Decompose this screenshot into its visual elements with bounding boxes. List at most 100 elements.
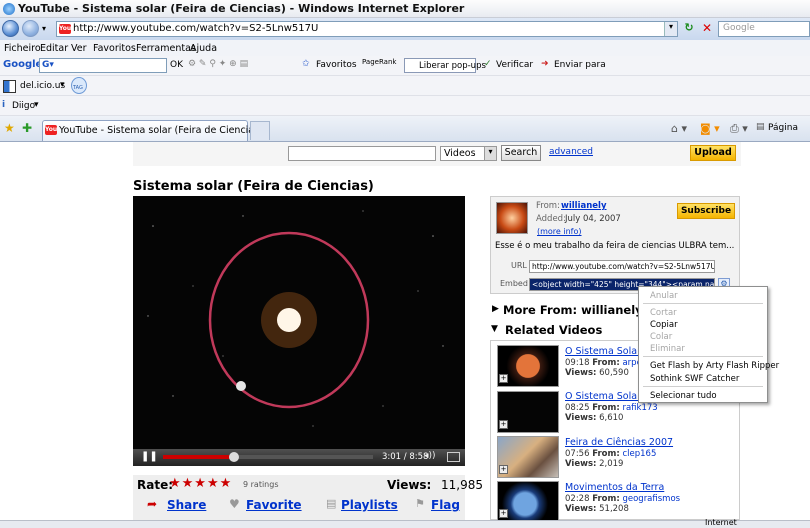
favorite-link[interactable]: Favorite <box>246 498 302 512</box>
seek-progress <box>163 455 234 459</box>
new-tab-button[interactable] <box>250 121 270 140</box>
share-link[interactable]: Share <box>167 498 206 512</box>
stop-icon[interactable]: ✕ <box>699 21 715 37</box>
delicious-dropdown-icon[interactable]: ▾ <box>60 80 65 90</box>
window-title: YouTube - Sistema solar (Feira de Cienci… <box>18 2 465 15</box>
feeds-icon[interactable]: ◙ ▾ <box>700 122 720 135</box>
youtube-search-button[interactable]: Search <box>501 145 541 161</box>
diigo-label[interactable]: Diigo <box>12 101 35 111</box>
video-description: Esse é o meu trabalho da feira de cienci… <box>495 241 735 251</box>
more-info-link[interactable]: (more info) <box>537 227 582 236</box>
menu-ajuda[interactable]: Ajuda <box>190 43 217 54</box>
address-field[interactable]: You http://www.youtube.com/watch?v=S2-5L… <box>56 21 678 37</box>
player-controls: ❚❚ 3:01 / 8:58 ◂)) <box>133 449 465 466</box>
planet <box>236 381 246 391</box>
search-select-value: Videos <box>444 148 476 159</box>
home-icon[interactable]: ⌂ ▾ <box>671 122 687 135</box>
related-from-label: From: <box>592 403 620 413</box>
related-duration: 08:25 <box>565 403 590 413</box>
menu-item-copiar[interactable]: Copiar <box>650 320 678 330</box>
youtube-search-input[interactable] <box>288 146 436 161</box>
menu-ver[interactable]: Ver <box>71 43 87 54</box>
related-videos-header[interactable]: Related Videos <box>505 323 602 337</box>
fullscreen-icon[interactable] <box>447 452 460 462</box>
seek-handle[interactable] <box>229 452 239 462</box>
menu-item-cortar: Cortar <box>650 308 677 318</box>
related-duration: 02:28 <box>565 494 590 504</box>
diigo-logo-icon: i <box>2 100 6 110</box>
related-title[interactable]: Movimentos da Terra <box>565 482 664 493</box>
select-arrow-icon: ▾ <box>484 147 496 160</box>
menu-item-anular: Anular <box>650 291 678 301</box>
youtube-search-select[interactable]: Videos ▾ <box>440 146 497 161</box>
google-ok-button[interactable]: OK <box>170 60 183 70</box>
uploader-avatar[interactable] <box>496 202 528 234</box>
address-url: http://www.youtube.com/watch?v=S2-5Lnw51… <box>73 23 319 34</box>
status-bar: Internet <box>0 518 810 528</box>
add-favorite-icon[interactable]: ✚ <box>22 121 32 135</box>
toolbar-enviar[interactable]: Enviar para <box>554 60 606 70</box>
spellcheck-icon: ✓ <box>484 59 492 69</box>
playlists-link[interactable]: Playlists <box>341 498 398 512</box>
add-quicklist-icon[interactable]: + <box>499 374 508 383</box>
related-from-label: From: <box>592 494 620 504</box>
tag-button[interactable]: TAG <box>71 77 87 94</box>
menu-item-eliminar: Eliminar <box>650 344 685 354</box>
related-views: 51,208 <box>599 504 629 514</box>
related-title[interactable]: Feira de Ciências 2007 <box>565 437 673 448</box>
menu-item-flash-ripper[interactable]: Get Flash by Arty Flash Ripper <box>650 361 779 371</box>
menu-favoritos[interactable]: Favoritos <box>93 43 136 54</box>
pause-icon[interactable]: ❚❚ <box>141 451 158 462</box>
youtube-header <box>133 142 741 166</box>
video-player[interactable] <box>133 196 465 449</box>
add-quicklist-icon[interactable]: + <box>499 465 508 474</box>
address-dropdown-icon[interactable]: ▾ <box>664 22 677 36</box>
related-author[interactable]: rafik173 <box>622 403 657 413</box>
add-quicklist-icon[interactable]: + <box>499 420 508 429</box>
related-title[interactable]: O Sistema Solar - <box>565 391 647 402</box>
related-views-label: Views: <box>565 459 597 469</box>
tag-label: TAG <box>73 85 83 91</box>
menu-editar[interactable]: Editar <box>40 43 68 54</box>
refresh-icon[interactable]: ↻ <box>681 21 697 37</box>
menu-item-swf-catcher[interactable]: Sothink SWF Catcher <box>650 374 739 384</box>
status-zone: Internet <box>705 518 737 527</box>
add-quicklist-icon[interactable]: + <box>499 509 508 518</box>
tab-youtube[interactable]: You YouTube - Sistema solar (Feira de Ci… <box>42 120 263 141</box>
related-views: 60,590 <box>599 368 629 378</box>
subscribe-button[interactable]: Subscribe <box>677 203 735 219</box>
uploader-link[interactable]: willianely <box>561 201 607 211</box>
rating-stars[interactable]: ★★★★★ <box>169 476 232 491</box>
collapse-arrow-icon[interactable]: ▼ <box>491 324 498 334</box>
related-author[interactable]: clep165 <box>622 449 656 459</box>
print-icon[interactable]: ⎙ ▾ <box>730 122 748 136</box>
live-search-field[interactable]: Google <box>718 21 810 37</box>
google-search-input[interactable]: G▾ <box>39 58 167 73</box>
expand-arrow-icon[interactable]: ▶ <box>492 304 499 314</box>
page-menu[interactable]: Página <box>768 123 798 133</box>
history-dropdown-icon[interactable]: ▾ <box>42 24 46 33</box>
volume-icon[interactable]: ◂)) <box>424 451 436 461</box>
liberar-popups-button[interactable]: Liberar pop-ups <box>404 58 486 73</box>
related-title[interactable]: O Sistema Solar <box>565 346 641 357</box>
menu-ferramentas[interactable]: Ferramentas <box>136 43 196 54</box>
diigo-dropdown-icon[interactable]: ▾ <box>34 100 39 110</box>
advanced-search-link[interactable]: advanced <box>549 147 593 157</box>
menu-ficheiro[interactable]: Ficheiro <box>4 43 41 54</box>
forward-button[interactable] <box>22 20 39 37</box>
related-author[interactable]: geografismos <box>622 494 680 504</box>
flag-link[interactable]: Flag <box>431 498 460 512</box>
toolbar-pagerank[interactable]: PageRank <box>362 58 396 66</box>
delicious-label[interactable]: del.icio.us <box>20 81 65 91</box>
more-from-header[interactable]: More From: willianely <box>503 303 643 317</box>
url-field[interactable]: http://www.youtube.com/watch?v=S2-5Lnw51… <box>529 260 715 273</box>
share-icon: ➦ <box>147 497 158 511</box>
toolbar-tools-icon[interactable]: ⚙ ✎ ⚲ ✦ ⊕ ▤ <box>188 59 248 69</box>
upload-button[interactable]: Upload <box>690 145 736 161</box>
google-toolbar: Google G▾ OK ⚙ ✎ ⚲ ✦ ⊕ ▤ ✩ Favoritos Pag… <box>0 56 810 76</box>
toolbar-verificar[interactable]: Verificar <box>496 60 533 70</box>
menu-item-selecionar-tudo[interactable]: Selecionar tudo <box>650 391 717 401</box>
favorites-center-icon[interactable]: ★ <box>4 121 15 135</box>
back-button[interactable] <box>2 20 19 37</box>
toolbar-favoritos[interactable]: Favoritos <box>316 60 357 70</box>
